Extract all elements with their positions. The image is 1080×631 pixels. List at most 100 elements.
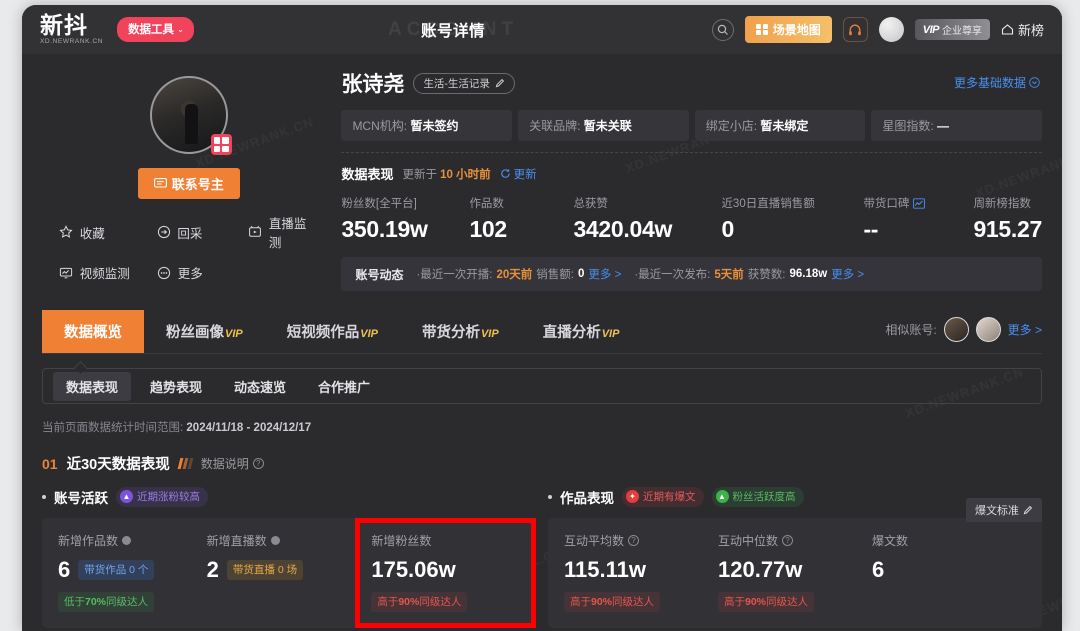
profile-stats: 粉丝数[全平台] 350.19w 作品数 102 总获赞 3420.04w 近3… bbox=[341, 195, 1042, 243]
metric-new-works-tagline: 低于70%同级达人 bbox=[58, 592, 154, 612]
scene-map-button[interactable]: 场景地图 bbox=[745, 16, 832, 43]
metric-median-interaction: 互动中位数 ? 120.77w 高于90%同级达人 bbox=[718, 532, 872, 612]
action-recollect[interactable]: 回采 bbox=[156, 213, 248, 251]
category-tag[interactable]: 生活-生活记录 bbox=[413, 73, 515, 94]
account-name: 张诗尧 bbox=[341, 68, 404, 98]
scene-map-label: 场景地图 bbox=[773, 21, 821, 38]
metric-hot-post-count-value-row: 6 bbox=[872, 557, 1026, 583]
info-dot-icon[interactable] bbox=[271, 536, 280, 545]
metric-avg-interaction-value-row: 115.11w bbox=[564, 557, 718, 583]
metric-new-fans-value: 175.06w bbox=[371, 557, 455, 583]
action-video-monitor[interactable]: 视频监测 bbox=[59, 263, 157, 282]
action-more-label: 更多 bbox=[178, 263, 203, 282]
similar-accounts: 相似账号: 更多 > bbox=[885, 317, 1042, 346]
tab-short-video[interactable]: 短视频作品VIP bbox=[265, 310, 400, 353]
stat-likes: 总获赞 3420.04w bbox=[573, 195, 721, 243]
main-tabs: 数据概览 粉丝画像VIP 短视频作品VIP 带货分析VIP 直播分析VIP 相似… bbox=[42, 310, 1042, 354]
headset-icon[interactable] bbox=[843, 17, 868, 42]
action-live-monitor[interactable]: 直播监测 bbox=[248, 213, 319, 251]
metric-new-fans-value-row: 175.06w bbox=[371, 557, 520, 583]
metric-new-fans-tagline: 高于90%同级达人 bbox=[371, 592, 467, 612]
profile-actions: 收藏 回采 直播监测 bbox=[59, 213, 319, 294]
metric-new-lives-value: 2 bbox=[207, 557, 219, 583]
metric-new-lives-label: 新增直播数 bbox=[207, 532, 356, 549]
stat-likes-label: 总获赞 bbox=[573, 195, 721, 211]
performance-updated-value: 10 小时前 bbox=[440, 169, 491, 181]
user-avatar[interactable] bbox=[879, 17, 904, 42]
tab-ecommerce-vip: VIP bbox=[481, 328, 499, 340]
stat-live-sales-value: 0 bbox=[721, 216, 863, 243]
similar-accounts-more[interactable]: 更多 > bbox=[1008, 321, 1042, 338]
refresh-button[interactable]: 更新 bbox=[500, 166, 537, 182]
vip-badge[interactable]: VIP 企业尊享 bbox=[915, 19, 990, 40]
qr-code-icon[interactable] bbox=[211, 134, 232, 155]
metric-new-works-label: 新增作品数 bbox=[58, 532, 207, 549]
sub-tabs-wrap: 数据表现 趋势表现 动态速览 合作推广 bbox=[42, 368, 1042, 404]
data-tools-button[interactable]: 数据工具 ⌄ bbox=[117, 17, 194, 42]
stat-reputation: 带货口碑 -- bbox=[863, 195, 973, 243]
subtab-data-performance[interactable]: 数据表现 bbox=[53, 372, 131, 401]
dynamics-last-live-sales-value: 0 bbox=[578, 268, 584, 280]
dynamics-last-live-more[interactable]: 更多 > bbox=[588, 266, 621, 282]
profile-actions-row-2: 视频监测 更多 bbox=[59, 263, 319, 282]
divider bbox=[341, 152, 1042, 153]
refresh-icon bbox=[500, 168, 511, 179]
action-more[interactable]: 更多 bbox=[157, 263, 249, 282]
tab-fans-profile[interactable]: 粉丝画像VIP bbox=[144, 310, 265, 353]
tab-live-analysis[interactable]: 直播分析VIP bbox=[521, 310, 642, 353]
hot-post-standard-button[interactable]: 爆文标准 bbox=[966, 498, 1042, 522]
performance-title: 数据表现 bbox=[341, 164, 393, 183]
profile-right-column: 张诗尧 生活-生活记录 更多基础数据 MCN机构: 暂未签约 关联品牌: 暂未关… bbox=[335, 68, 1042, 294]
similar-account-avatar[interactable] bbox=[944, 317, 969, 342]
subtab-trend-performance[interactable]: 趋势表现 bbox=[137, 372, 215, 401]
search-icon[interactable] bbox=[712, 19, 734, 41]
date-range-prefix: 当前页面数据统计时间范围: bbox=[42, 422, 183, 434]
profile-info-chips: MCN机构: 暂未签约 关联品牌: 暂未关联 绑定小店: 暂未绑定 星图指数: … bbox=[341, 110, 1042, 141]
section-title: 近30天数据表现 bbox=[67, 453, 170, 474]
newrank-link[interactable]: 新榜 bbox=[1001, 20, 1044, 39]
subtab-dynamics-overview[interactable]: 动态速览 bbox=[221, 372, 299, 401]
chip-shop: 绑定小店: 暂未绑定 bbox=[695, 110, 866, 141]
metric-columns: 账号活跃 ▲ 近期涨粉较高 新增作品数 6 带货作品 0 个 bbox=[42, 487, 1042, 628]
similar-account-avatar[interactable] bbox=[976, 317, 1001, 342]
performance-updated-prefix: 更新于 bbox=[402, 169, 437, 181]
chevron-down-icon bbox=[1029, 77, 1040, 88]
metric-new-lives: 新增直播数 2 带货直播 0 场 bbox=[207, 532, 356, 612]
action-recollect-label: 回采 bbox=[177, 223, 202, 242]
trend-chart-icon[interactable] bbox=[913, 198, 925, 209]
stat-reputation-value: -- bbox=[863, 216, 973, 243]
chip-brand-value: 暂未关联 bbox=[584, 119, 632, 133]
more-basic-data-button[interactable]: 更多基础数据 bbox=[954, 74, 1040, 91]
contact-owner-button[interactable]: 联系号主 bbox=[138, 168, 240, 199]
question-circle-icon[interactable]: ? bbox=[628, 535, 639, 546]
contact-owner-label: 联系号主 bbox=[172, 174, 224, 193]
brand-logo[interactable]: 新抖 XD.NEWRANK.CN bbox=[40, 14, 103, 45]
action-favorite[interactable]: 收藏 bbox=[59, 213, 157, 251]
date-range-value: 2024/11/18 - 2024/12/17 bbox=[186, 422, 311, 434]
profile-name-row: 张诗尧 生活-生活记录 bbox=[341, 68, 1042, 98]
vip-sub-label: 企业尊享 bbox=[942, 22, 982, 37]
profile-left-column: 联系号主 收藏 回采 bbox=[42, 68, 335, 294]
tab-data-overview[interactable]: 数据概览 bbox=[42, 310, 144, 353]
question-circle-icon[interactable]: ? bbox=[782, 535, 793, 546]
message-icon bbox=[154, 178, 167, 189]
stat-likes-value: 3420.04w bbox=[573, 216, 721, 243]
subtab-cooperation[interactable]: 合作推广 bbox=[305, 372, 383, 401]
dynamics-last-post-more[interactable]: 更多 > bbox=[831, 266, 864, 282]
column-account-active-title: 账号活跃 bbox=[54, 487, 108, 507]
pencil-icon bbox=[495, 78, 505, 88]
metric-avg-interaction-tagline: 高于90%同级达人 bbox=[564, 592, 660, 612]
info-dot-icon[interactable] bbox=[122, 536, 131, 545]
stat-week-index: 周新榜指数 915.27 bbox=[973, 195, 1042, 243]
bullet-dot bbox=[42, 495, 46, 499]
profile-section: 联系号主 收藏 回采 bbox=[22, 54, 1062, 294]
chip-brand-label: 关联品牌: bbox=[529, 119, 580, 133]
live-monitor-icon bbox=[248, 225, 263, 240]
stat-works-value: 102 bbox=[469, 216, 573, 243]
tab-ecommerce[interactable]: 带货分析VIP bbox=[400, 310, 521, 353]
data-explanation-button[interactable]: 数据说明 ? bbox=[201, 455, 264, 472]
dynamics-last-post-value: 5天前 bbox=[714, 266, 743, 282]
metric-new-works: 新增作品数 6 带货作品 0 个 低于70%同级达人 bbox=[58, 532, 207, 612]
top-bar: 新抖 XD.NEWRANK.CN 数据工具 ⌄ ACCOUNT 账号详情 场景地… bbox=[22, 5, 1062, 54]
brand-logo-subtitle: XD.NEWRANK.CN bbox=[40, 38, 103, 45]
